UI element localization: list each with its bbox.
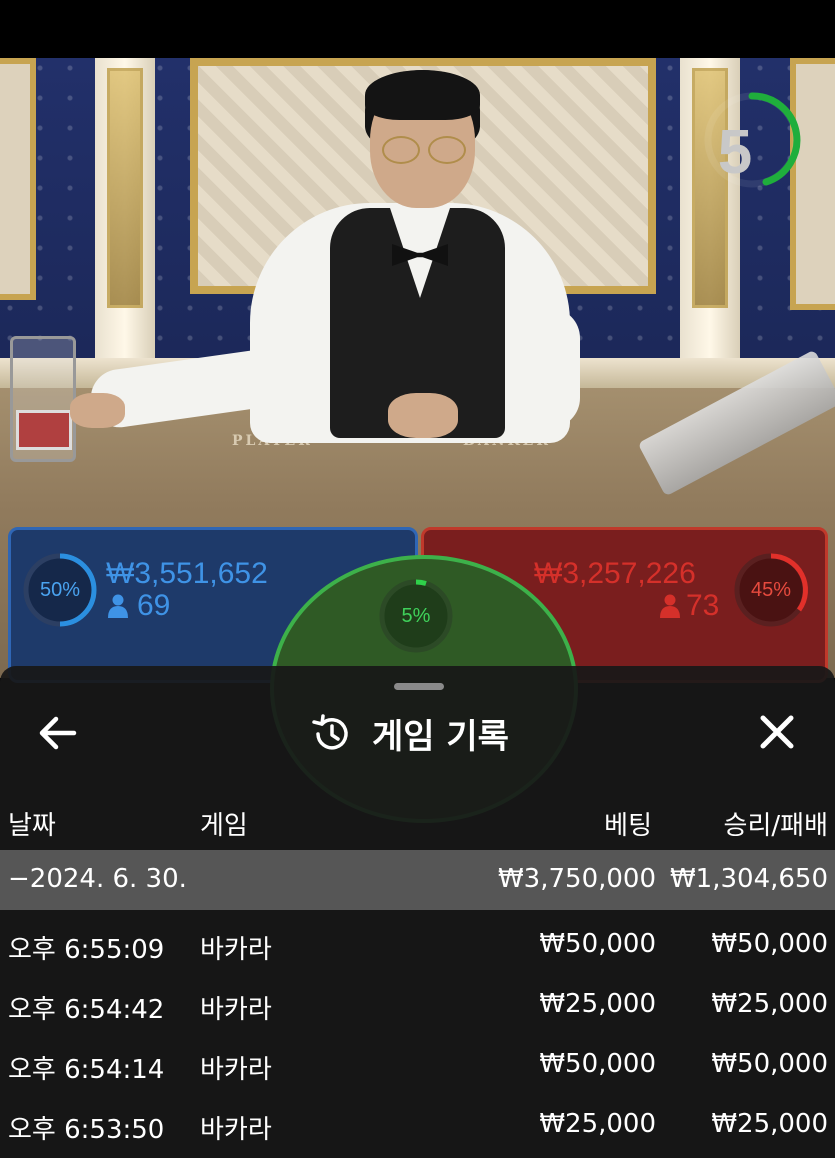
column-header-win-loss[interactable]: 승리/패배 (660, 805, 828, 842)
row-time: 오후 6:55:09 (8, 935, 165, 965)
row-game: 바카라 (200, 1055, 272, 1085)
row-win-loss: ₩50,000 (711, 1049, 828, 1079)
date-group-win-loss-total: ₩1,304,650 (669, 864, 828, 894)
history-icon (312, 714, 348, 750)
column-header-date[interactable]: 날짜 (8, 805, 56, 842)
row-time: 오후 6:54:42 (8, 995, 165, 1025)
row-bet: ₩25,000 (539, 1109, 656, 1139)
row-time: 오후 6:54:14 (8, 1055, 165, 1085)
row-win-loss: ₩25,000 (711, 989, 828, 1019)
person-icon (108, 594, 128, 618)
player-count: 69 (137, 589, 171, 622)
drag-handle[interactable] (394, 683, 444, 690)
row-win-loss: ₩25,000 (711, 1109, 828, 1139)
sheet-title: 게임 기록 (372, 717, 509, 757)
banker-percent: 45% (750, 579, 792, 601)
date-group-bet-total: ₩3,750,000 (497, 864, 656, 894)
countdown-number: 5 (717, 118, 753, 187)
column-header-bet[interactable]: 베팅 (540, 805, 652, 842)
row-game: 바카라 (200, 995, 272, 1025)
history-row[interactable]: 오후 6:53:50 바카라 ₩25,000 ₩25,000 (0, 1095, 835, 1155)
history-row[interactable]: 오후 6:54:14 바카라 ₩50,000 ₩50,000 (0, 1035, 835, 1095)
row-game: 바카라 (200, 1115, 272, 1145)
player-percent: 50% (39, 579, 81, 601)
status-bar (0, 0, 835, 58)
row-game: 바카라 (200, 935, 272, 965)
row-bet: ₩50,000 (539, 929, 656, 959)
banker-count: 73 (686, 589, 720, 622)
arrow-left-icon[interactable] (30, 708, 86, 758)
history-row[interactable]: 오후 6:54:42 바카라 ₩25,000 ₩25,000 (0, 975, 835, 1035)
row-time: 오후 6:53:50 (8, 1115, 165, 1145)
sheet-header: 게임 기록 (310, 703, 550, 763)
card-deck (16, 410, 72, 450)
player-amount: ₩3,551,652 (106, 557, 268, 590)
glasses (382, 136, 466, 164)
row-bet: ₩50,000 (539, 1049, 656, 1079)
history-row[interactable]: 오후 6:55:09 바카라 ₩50,000 ₩50,000 (0, 915, 835, 975)
column-header-game[interactable]: 게임 (200, 805, 248, 842)
row-bet: ₩25,000 (539, 989, 656, 1019)
date-group-label: −2024. 6. 30. (8, 864, 187, 894)
date-group-row[interactable]: −2024. 6. 30. ₩3,750,000 ₩1,304,650 (0, 850, 835, 910)
close-icon[interactable] (748, 705, 806, 761)
person-icon (660, 594, 680, 618)
tie-percent: 5% (401, 605, 431, 627)
banker-amount: ₩3,257,226 (534, 557, 696, 590)
row-win-loss: ₩50,000 (711, 929, 828, 959)
